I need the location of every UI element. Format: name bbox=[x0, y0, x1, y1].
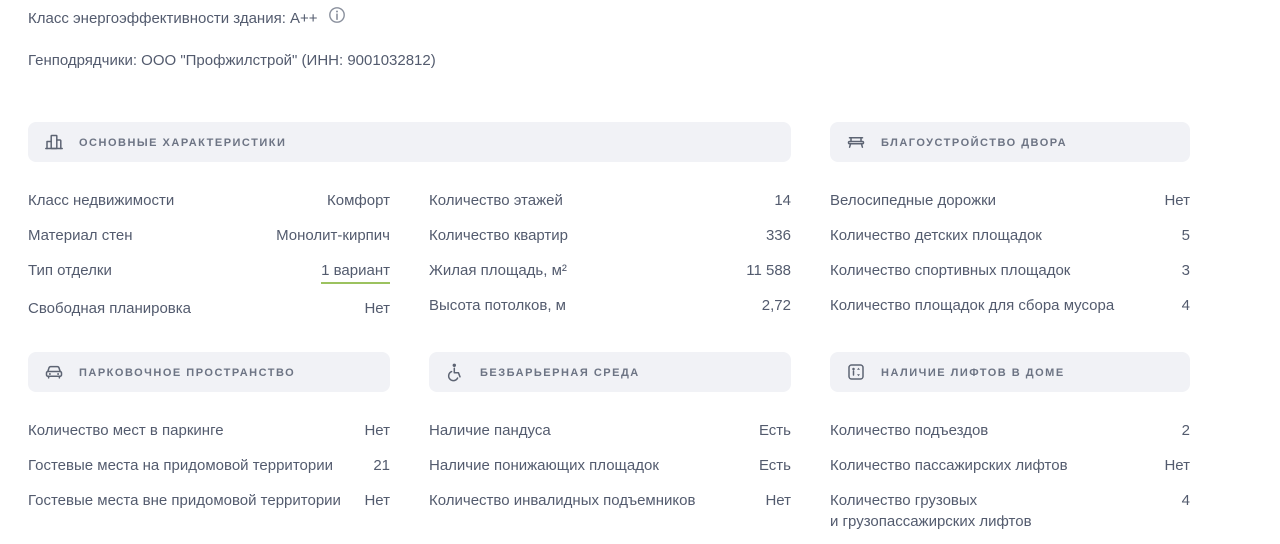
row-label: Количество подъездов bbox=[830, 420, 988, 441]
bench-icon bbox=[846, 132, 866, 152]
wheelchair-icon bbox=[445, 362, 465, 382]
characteristic-row: Свободная планировка Нет bbox=[28, 298, 390, 319]
row-value: Нет bbox=[765, 490, 791, 511]
characteristic-row: Наличие понижающих площадок Есть bbox=[429, 455, 791, 476]
row-value: Комфорт bbox=[327, 190, 390, 211]
row-label: Количество пассажирских лифтов bbox=[830, 455, 1068, 476]
characteristic-row: Велосипедные дорожки Нет bbox=[830, 190, 1190, 211]
upper-sections: ОСНОВНЫЕ ХАРАКТЕРИСТИКИ БЛАГОУСТРОЙСТВО … bbox=[28, 122, 1190, 319]
row-label: Класс недвижимости bbox=[28, 190, 174, 211]
row-value: 336 bbox=[766, 225, 791, 246]
characteristic-row: Количество квартир 336 bbox=[429, 225, 791, 246]
characteristic-row: Количество детских площадок 5 bbox=[830, 225, 1190, 246]
yard-column: Велосипедные дорожки Нет Количество детс… bbox=[830, 190, 1190, 319]
row-value: Нет bbox=[364, 420, 390, 441]
row-value: 4 bbox=[1182, 490, 1190, 511]
elevators-column: Количество подъездов 2 Количество пассаж… bbox=[830, 420, 1190, 532]
characteristic-row: Гостевые места на придомовой территории … bbox=[28, 455, 390, 476]
row-label: Количество детских площадок bbox=[830, 225, 1042, 246]
section-title: НАЛИЧИЕ ЛИФТОВ В ДОМЕ bbox=[881, 366, 1065, 379]
row-value: 11 588 bbox=[746, 260, 791, 281]
contractors-line: Генподрядчики: ООО "Профжилстрой" (ИНН: … bbox=[28, 50, 436, 72]
lower-sections: ПАРКОВОЧНОЕ ПРОСТРАНСТВО БЕЗБАРЬЕРНАЯ СР… bbox=[28, 352, 1190, 532]
row-label: Количество инвалидных подъемников bbox=[429, 490, 695, 511]
energy-class-text: Класс энергоэффективности здания: A++ bbox=[28, 8, 318, 30]
characteristic-row: Материал стен Монолит-кирпич bbox=[28, 225, 390, 246]
section-header-yard: БЛАГОУСТРОЙСТВО ДВОРА bbox=[830, 122, 1190, 162]
row-value: Нет bbox=[1164, 455, 1190, 476]
characteristic-row: Наличие пандуса Есть bbox=[429, 420, 791, 441]
row-label: Количество мест в паркинге bbox=[28, 420, 224, 441]
top-info: Класс энергоэффективности здания: A++ Ге… bbox=[28, 6, 436, 72]
main-characteristics-right-column: Количество этажей 14 Количество квартир … bbox=[429, 190, 791, 319]
parking-column: Количество мест в паркинге Нет Гостевые … bbox=[28, 420, 390, 532]
section-header-main-characteristics: ОСНОВНЫЕ ХАРАКТЕРИСТИКИ bbox=[28, 122, 791, 162]
row-label: Высота потолков, м bbox=[429, 295, 566, 316]
row-value: 3 bbox=[1182, 260, 1190, 281]
characteristic-row: Тип отделки 1 вариант bbox=[28, 260, 390, 284]
row-label: Гостевые места вне придомовой территории bbox=[28, 490, 341, 511]
characteristic-row: Количество подъездов 2 bbox=[830, 420, 1190, 441]
row-label: Наличие пандуса bbox=[429, 420, 551, 441]
row-label: Количество грузовых и грузопассажирских … bbox=[830, 490, 1032, 532]
row-label: Количество площадок для сбора мусора bbox=[830, 295, 1114, 316]
row-label: Велосипедные дорожки bbox=[830, 190, 996, 211]
main-characteristics-left-column: Класс недвижимости Комфорт Материал стен… bbox=[28, 190, 390, 319]
section-title: БЛАГОУСТРОЙСТВО ДВОРА bbox=[881, 136, 1067, 149]
row-value: 14 bbox=[774, 190, 791, 211]
row-value: 5 bbox=[1182, 225, 1190, 246]
row-value: Есть bbox=[759, 420, 791, 441]
accessibility-column: Наличие пандуса Есть Наличие понижающих … bbox=[429, 420, 791, 532]
row-value: 2,72 bbox=[762, 295, 791, 316]
characteristic-row: Количество инвалидных подъемников Нет bbox=[429, 490, 791, 511]
info-icon[interactable] bbox=[328, 6, 346, 31]
row-value: Монолит-кирпич bbox=[276, 225, 390, 246]
row-value: 21 bbox=[373, 455, 390, 476]
characteristic-row: Количество этажей 14 bbox=[429, 190, 791, 211]
row-label: Тип отделки bbox=[28, 260, 112, 281]
characteristic-row: Количество мест в паркинге Нет bbox=[28, 420, 390, 441]
section-header-elevators: НАЛИЧИЕ ЛИФТОВ В ДОМЕ bbox=[830, 352, 1190, 392]
characteristic-row: Количество площадок для сбора мусора 4 bbox=[830, 295, 1190, 316]
row-label: Наличие понижающих площадок bbox=[429, 455, 659, 476]
row-label: Количество спортивных площадок bbox=[830, 260, 1070, 281]
car-icon bbox=[44, 362, 64, 382]
row-label: Свободная планировка bbox=[28, 298, 191, 319]
characteristic-row: Жилая площадь, м² 11 588 bbox=[429, 260, 791, 281]
characteristic-row: Гостевые места вне придомовой территории… bbox=[28, 490, 390, 511]
section-title: БЕЗБАРЬЕРНАЯ СРЕДА bbox=[480, 366, 640, 379]
row-value: Нет bbox=[1164, 190, 1190, 211]
row-value: Нет bbox=[364, 298, 390, 319]
characteristic-row: Количество пассажирских лифтов Нет bbox=[830, 455, 1190, 476]
building-characteristics-page: Класс энергоэффективности здания: A++ Ге… bbox=[0, 0, 1280, 544]
section-title: ОСНОВНЫЕ ХАРАКТЕРИСТИКИ bbox=[79, 136, 286, 149]
row-value: Нет bbox=[364, 490, 390, 511]
characteristic-row: Высота потолков, м 2,72 bbox=[429, 295, 791, 316]
row-label: Количество этажей bbox=[429, 190, 563, 211]
row-label: Количество квартир bbox=[429, 225, 568, 246]
section-header-accessibility: БЕЗБАРЬЕРНАЯ СРЕДА bbox=[429, 352, 791, 392]
finish-type-link[interactable]: 1 вариант bbox=[321, 260, 390, 284]
row-label: Жилая площадь, м² bbox=[429, 260, 567, 281]
row-label: Гостевые места на придомовой территории bbox=[28, 455, 333, 476]
characteristic-row: Класс недвижимости Комфорт bbox=[28, 190, 390, 211]
row-value: 2 bbox=[1182, 420, 1190, 441]
characteristic-row: Количество спортивных площадок 3 bbox=[830, 260, 1190, 281]
elevator-icon bbox=[846, 362, 866, 382]
section-header-parking: ПАРКОВОЧНОЕ ПРОСТРАНСТВО bbox=[28, 352, 390, 392]
characteristic-row: Количество грузовых и грузопассажирских … bbox=[830, 490, 1190, 532]
row-value: Есть bbox=[759, 455, 791, 476]
section-title: ПАРКОВОЧНОЕ ПРОСТРАНСТВО bbox=[79, 366, 295, 379]
row-label: Материал стен bbox=[28, 225, 133, 246]
row-value: 4 bbox=[1182, 295, 1190, 316]
energy-class-line: Класс энергоэффективности здания: A++ bbox=[28, 6, 436, 31]
buildings-icon bbox=[44, 132, 64, 152]
